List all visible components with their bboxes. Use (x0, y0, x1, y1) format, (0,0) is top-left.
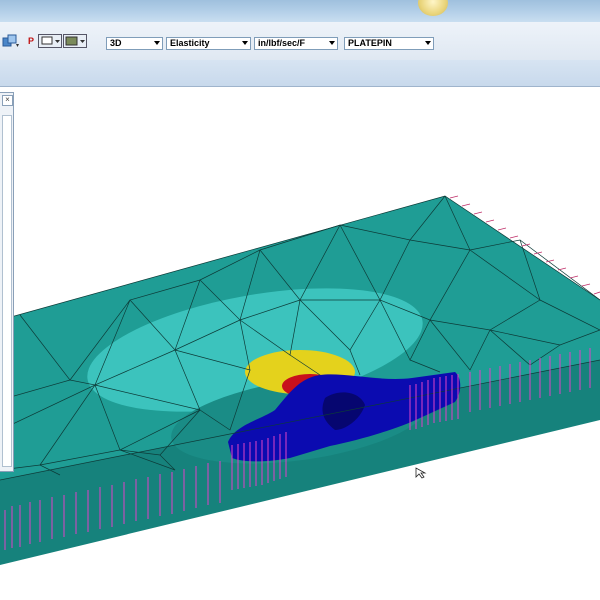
close-icon[interactable]: × (2, 95, 13, 106)
side-panel-list[interactable] (2, 115, 12, 467)
side-panel: × (0, 92, 14, 472)
mouse-cursor-icon (415, 467, 427, 482)
viewport-3d[interactable] (0, 0, 600, 600)
